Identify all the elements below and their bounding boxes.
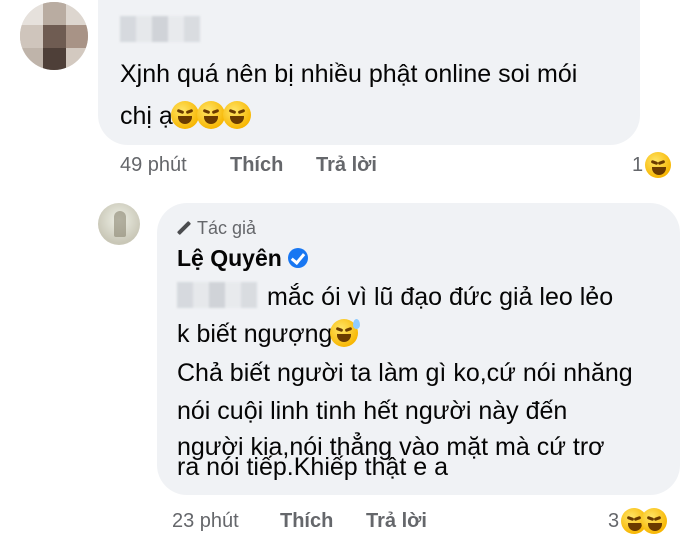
comment-time[interactable]: 23 phút	[172, 510, 239, 533]
reaction-count: 3	[608, 509, 620, 532]
reaction-count: 1	[632, 153, 644, 176]
comment-text-line: Xjnh quá nên bị nhiều phật online soi mó…	[120, 60, 578, 88]
like-button[interactable]: Thích	[230, 154, 283, 177]
sweat-smile-icon	[330, 319, 361, 347]
reaction-summary[interactable]: 3	[608, 508, 668, 534]
comment-text-line: k biết ngượng	[177, 315, 361, 353]
laughing-icon	[645, 152, 672, 178]
mentioned-name-blurred[interactable]	[177, 282, 257, 308]
author-badge-label: Tác giả	[197, 218, 257, 238]
commenter-name-blurred[interactable]	[120, 16, 200, 42]
comment-time[interactable]: 49 phút	[120, 154, 187, 177]
comment-text-line: nói cuội linh tinh hết người này đến	[177, 397, 568, 425]
comment-text-fragment: k biết ngượng	[177, 320, 333, 348]
like-button[interactable]: Thích	[280, 510, 333, 533]
comment-text-line: chị ạ	[120, 97, 251, 135]
reply-button[interactable]: Trả lời	[366, 510, 427, 533]
rofl-icon	[196, 101, 225, 129]
author-name-text: Lệ Quyên	[177, 245, 282, 271]
avatar-figure	[114, 211, 126, 237]
laughing-icon	[641, 508, 668, 534]
reply-button[interactable]: Trả lời	[316, 154, 377, 177]
reaction-summary[interactable]: 1	[632, 152, 672, 178]
comment-text-line: mắc ói vì lũ đạo đức giả leo lẻo	[267, 283, 614, 311]
commenter-avatar-blurred[interactable]	[20, 2, 88, 70]
verified-badge-icon	[287, 248, 308, 268]
author-avatar[interactable]	[98, 203, 140, 245]
pencil-icon	[177, 221, 191, 235]
rofl-icon	[170, 101, 199, 129]
author-name[interactable]: Lệ Quyên	[177, 245, 308, 272]
rofl-icon	[222, 101, 251, 129]
comment-text-line: ra nói tiếp.Khiếp thật e a	[177, 453, 449, 481]
author-badge: Tác giả	[177, 218, 256, 239]
comment-text-line: Chả biết người ta làm gì ko,cứ nói nhăng	[177, 359, 633, 387]
comment-text-fragment: chị ạ	[120, 102, 173, 130]
